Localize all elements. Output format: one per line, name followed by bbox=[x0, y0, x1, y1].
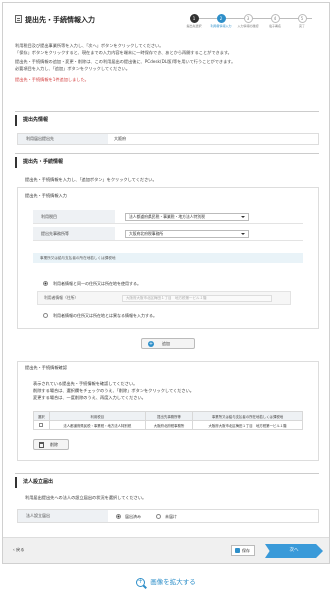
column-header: 選択 bbox=[33, 411, 50, 421]
row-checkbox[interactable] bbox=[39, 423, 44, 427]
column-header: 事業所又は給与支払者の所在地若しくは課税地 bbox=[192, 411, 303, 421]
column-header: 利用税目 bbox=[48, 411, 147, 421]
field-label: 利用届出提出先 bbox=[18, 134, 108, 144]
corporate-row: 法人設立届出 届出済み 未届け bbox=[17, 509, 319, 523]
destination-row: 利用届出提出先 大阪府 bbox=[17, 133, 319, 145]
table-cell: 大阪府大阪市北区梅田１丁目 地方税第一ビル１階 bbox=[192, 420, 303, 430]
intro-line: 「保存」ボタンをクリックすると、現在までの入力内容を端末に一時保存でき、あとから… bbox=[15, 49, 232, 55]
step-number: 4 bbox=[270, 14, 280, 23]
step-1: 1 提出先選択 bbox=[181, 14, 207, 29]
step-number: 5 bbox=[297, 14, 307, 23]
field-value: 大阪府 bbox=[114, 136, 126, 141]
select-cell bbox=[33, 420, 50, 430]
field-label: 提出先事務所等 bbox=[33, 227, 115, 240]
radio-label: 利用者情報と同一の住所又は所在地を使用する。 bbox=[53, 281, 141, 286]
page-title: 提出先・手続情報入力 bbox=[25, 16, 95, 24]
radio-same-address[interactable] bbox=[43, 281, 48, 286]
step-number: 1 bbox=[189, 14, 199, 23]
column-header: 提出先事務所等 bbox=[145, 411, 194, 421]
field-label: 利用税目 bbox=[33, 210, 115, 223]
field-label: 法人設立届出 bbox=[18, 510, 108, 522]
progress-steps: 1 提出先選択 2 利用者情報入力 3 入力情報の確認 4 電子署名 5 完了 bbox=[186, 14, 321, 34]
zoom-in-icon bbox=[136, 577, 146, 587]
step-label: 電子署名 bbox=[268, 24, 281, 28]
office-select[interactable]: 大阪府北府税事務所 bbox=[125, 230, 249, 238]
section-heading-corporate: 法人設立届出 bbox=[15, 477, 319, 488]
radio-not-filed[interactable] bbox=[156, 514, 161, 519]
add-button[interactable]: + 追加 bbox=[141, 338, 195, 349]
radio-filed[interactable] bbox=[116, 514, 121, 519]
radio-label: 利用者情報の住所又は所在地とは異なる情報を入力する。 bbox=[53, 313, 157, 318]
step-label: 提出先選択 bbox=[186, 24, 202, 28]
next-button[interactable]: 次へ bbox=[265, 544, 323, 558]
confirm-text: 表示されている提出先・手続情報を確認してください。 bbox=[33, 381, 138, 386]
section-instruction: 利用届出提出先への法人の設立届出の状況を選択してください。 bbox=[25, 495, 147, 500]
back-link[interactable]: 戻る bbox=[13, 547, 24, 553]
zoom-link-label: 画像を拡大する bbox=[150, 578, 196, 586]
tax-row: 利用税目 法人都道府県民税・事業税・地方法人特別税 bbox=[33, 210, 303, 224]
table-cell: 法人都道府県民税・事業税・地方法人特別税 bbox=[48, 420, 147, 430]
button-label: 削除 bbox=[50, 442, 58, 447]
step-label: 利用者情報入力 bbox=[210, 24, 232, 28]
intro-text: 利用税目及び提出事業所等を入力し、「次へ」ボタンをクリックしてください。 「保存… bbox=[15, 43, 320, 84]
step-number: 3 bbox=[243, 14, 253, 23]
table-cell: 大阪府北府税事務所 bbox=[145, 420, 194, 430]
office-row: 提出先事務所等 大阪府北府税事務所 bbox=[33, 227, 303, 241]
divider bbox=[15, 473, 319, 474]
divider bbox=[15, 153, 319, 154]
table-header-row: 選択 利用税目 提出先事務所等 事業所又は給与支払者の所在地若しくは課税地 bbox=[33, 411, 303, 421]
address-input[interactable]: 大阪府大阪市北区梅田１丁目 地方税第一ビル１階 bbox=[122, 295, 272, 302]
step-2: 2 利用者情報入力 bbox=[208, 14, 234, 29]
footer-bar: 戻る 保存 次へ bbox=[3, 537, 329, 563]
step-label: 完了 bbox=[298, 24, 305, 28]
delete-button[interactable]: 削除 bbox=[33, 439, 69, 450]
step-number: 2 bbox=[216, 14, 226, 23]
step-4: 4 電子署名 bbox=[262, 14, 288, 29]
section-instruction: 提出先・手続情報を入力し、「追加ボタン」をクリックしてください。 bbox=[25, 177, 157, 182]
zoom-link[interactable]: 画像を拡大する bbox=[0, 576, 332, 587]
radio-label: 未届け bbox=[165, 514, 177, 519]
tax-select[interactable]: 法人都道府県民税・事業税・地方法人特別税 bbox=[125, 213, 249, 221]
radio-different-address[interactable] bbox=[43, 313, 48, 318]
plus-icon: + bbox=[148, 341, 154, 347]
page-header: 提出先・手続情報入力 1 提出先選択 2 利用者情報入力 3 入力情報の確認 4… bbox=[3, 3, 329, 36]
screenshot-frame: 提出先・手続情報入力 1 提出先選択 2 利用者情報入力 3 入力情報の確認 4… bbox=[2, 2, 330, 564]
input-panel-title: 提出先・手続情報入力 bbox=[25, 193, 67, 198]
trash-icon bbox=[39, 442, 44, 448]
field-label: 利用者情報（住所） bbox=[44, 295, 79, 300]
address-row: 利用者情報（住所） 大阪府大阪市北区梅田１丁目 地方税第一ビル１階 bbox=[37, 291, 291, 305]
divider bbox=[15, 111, 319, 112]
confirm-text: 削除する場合は、選択欄をチェックのうえ、「削除」ボタンをクリックしてください。 bbox=[33, 388, 194, 393]
radio-label: 届出済み bbox=[125, 514, 141, 519]
section-heading-destination: 提出先情報 bbox=[15, 115, 319, 126]
save-icon bbox=[235, 548, 240, 553]
step-5: 5 完了 bbox=[289, 14, 315, 29]
confirm-panel-title: 提出先・手続情報確認 bbox=[25, 365, 67, 370]
intro-line: 必要項目を入力し、「追加」ボタンをクリックしてください。 bbox=[15, 65, 130, 71]
document-icon bbox=[15, 15, 22, 23]
step-label: 入力情報の確認 bbox=[237, 24, 259, 28]
section-heading-procedure: 提出先・手続情報 bbox=[15, 157, 319, 168]
button-label: 追加 bbox=[162, 341, 170, 346]
step-3: 3 入力情報の確認 bbox=[235, 14, 261, 29]
status-message: 提出先・手続情報を1件追加しました。 bbox=[15, 77, 89, 82]
table-row: 法人都道府県民税・事業税・地方法人特別税 大阪府北府税事務所 大阪府大阪市北区梅… bbox=[33, 420, 303, 430]
address-bar: 事業所又は給与支払者の所在地若しくは課税地 bbox=[33, 253, 303, 263]
save-button[interactable]: 保存 bbox=[231, 545, 255, 556]
button-label: 保存 bbox=[242, 548, 250, 553]
confirm-text: 変更する場合は、一度削除のうえ、再度入力してください。 bbox=[33, 395, 146, 400]
procedure-table: 選択 利用税目 提出先事務所等 事業所又は給与支払者の所在地若しくは課税地 法人… bbox=[33, 411, 303, 430]
